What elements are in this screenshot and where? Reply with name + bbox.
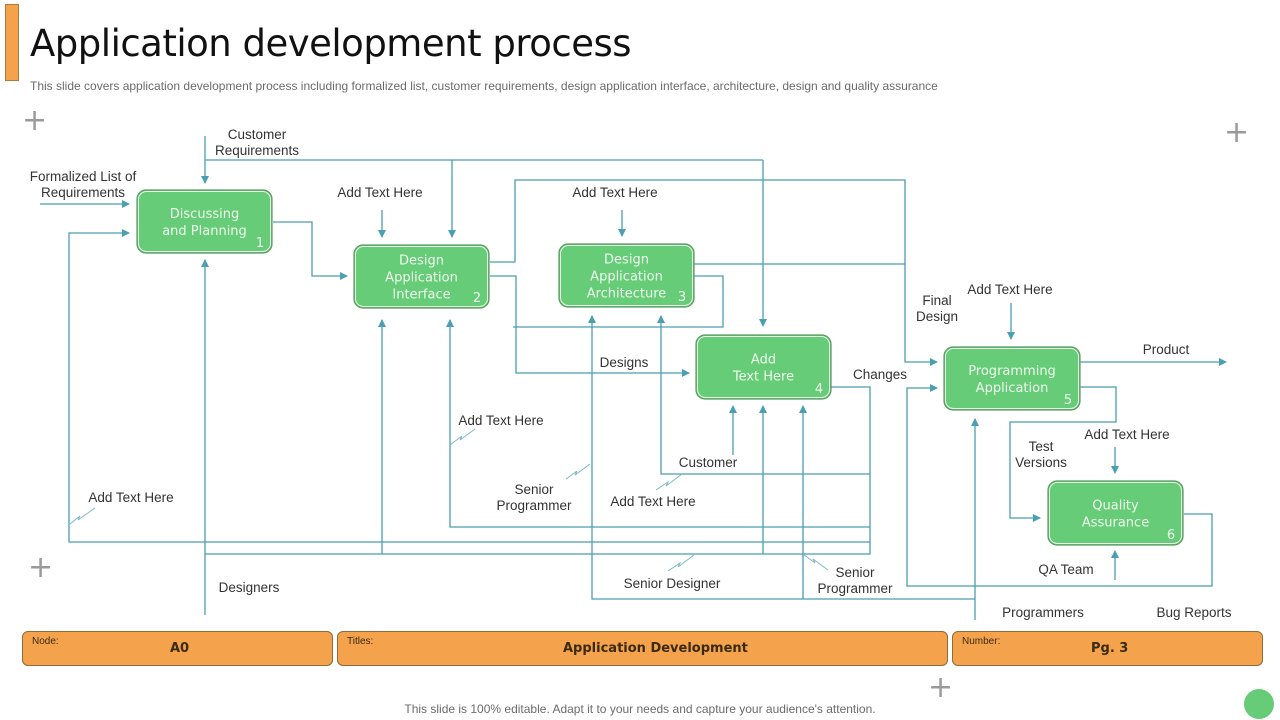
callout-zigzag	[449, 428, 476, 446]
info-number-value: Pg. 3	[1091, 641, 1129, 656]
process-node-number: 6	[1167, 528, 1175, 543]
label-senior-designer: Senior Designer	[624, 576, 721, 591]
process-node-label: Design	[604, 253, 649, 268]
info-node-value: A0	[170, 641, 190, 656]
label-senior-programmer-2: Senior Programmer	[817, 565, 893, 596]
info-titles-value: Application Development	[563, 641, 748, 656]
info-titles-box: Titles: Application Development	[337, 631, 948, 666]
label-add-text-node2: Add Text Here	[337, 185, 422, 200]
process-node-label: and Planning	[162, 224, 247, 239]
label-programmers: Programmers	[1002, 605, 1084, 620]
label-add-text-left: Add Text Here	[88, 490, 173, 505]
callout-zigzag	[802, 553, 829, 571]
label-add-text-mid: Add Text Here	[458, 413, 543, 428]
label-senior-programmer-1: Senior Programmer	[496, 482, 572, 513]
process-node-4[interactable]: Add Text Here 4	[695, 334, 832, 400]
label-final-design: Final Design	[916, 293, 958, 324]
connector	[273, 221, 348, 280]
info-node-box: Node: A0	[22, 631, 333, 666]
process-node-6[interactable]: Quality Assurance 6	[1047, 480, 1184, 546]
status-dot	[1244, 689, 1274, 719]
callout-zigzag	[667, 554, 695, 572]
process-node-number: 1	[256, 236, 264, 251]
callout-zigzag	[565, 463, 591, 480]
process-node-label: Assurance	[1082, 516, 1149, 531]
process-node-label: Programming	[968, 364, 1056, 379]
label-formalized-list: Formalized List of Requirements	[30, 169, 137, 200]
label-add-text-node5: Add Text Here	[967, 282, 1052, 297]
process-node-label: Add	[751, 353, 776, 368]
process-node-label: Discussing	[170, 207, 239, 222]
label-changes: Changes	[853, 367, 907, 382]
process-node-label: Interface	[392, 288, 450, 303]
process-node-2[interactable]: Design Application Interface 2	[353, 244, 490, 309]
label-customer: Customer	[679, 455, 738, 470]
label-designers: Designers	[219, 580, 280, 595]
callout-marks	[69, 428, 829, 572]
callout-zigzag	[69, 507, 96, 525]
process-node-number: 5	[1064, 393, 1072, 408]
label-add-text-node3: Add Text Here	[572, 185, 657, 200]
label-customer-requirements: Customer Requirements	[215, 127, 299, 158]
label-test-versions: Test Versions	[1015, 439, 1067, 470]
footer-note: This slide is 100% editable. Adapt it to…	[404, 702, 876, 716]
process-node-5[interactable]: Programming Application 5	[943, 346, 1081, 411]
info-titles-label: Titles:	[347, 636, 374, 647]
process-node-label: Architecture	[587, 287, 667, 302]
info-number-box: Number: Pg. 3	[952, 631, 1263, 666]
label-qa-team: QA Team	[1038, 562, 1093, 577]
process-node-label: Text Here	[732, 370, 794, 385]
info-number-label: Number:	[962, 636, 1001, 647]
process-node-label: Application	[976, 381, 1049, 396]
process-node-label: Application	[590, 270, 663, 285]
process-node-label: Application	[385, 271, 458, 286]
process-diagram: Discussing and Planning 1 Design Application…	[30, 127, 1232, 620]
label-add-text-lower: Add Text Here	[610, 494, 695, 509]
label-designs: Designs	[600, 355, 649, 370]
info-node-label: Node:	[32, 636, 59, 647]
process-node-3[interactable]: Design Application Architecture 3	[558, 243, 695, 308]
process-node-label: Quality	[1092, 499, 1139, 514]
label-bug-reports: Bug Reports	[1156, 605, 1231, 620]
process-node-number: 2	[473, 291, 481, 306]
process-node-number: 3	[678, 290, 686, 305]
label-add-text-node6: Add Text Here	[1084, 427, 1169, 442]
label-product: Product	[1143, 342, 1190, 357]
process-node-label: Design	[399, 254, 444, 269]
process-node-1[interactable]: Discussing and Planning 1	[136, 189, 273, 254]
callout-zigzag	[655, 473, 683, 491]
process-node-number: 4	[815, 382, 823, 397]
